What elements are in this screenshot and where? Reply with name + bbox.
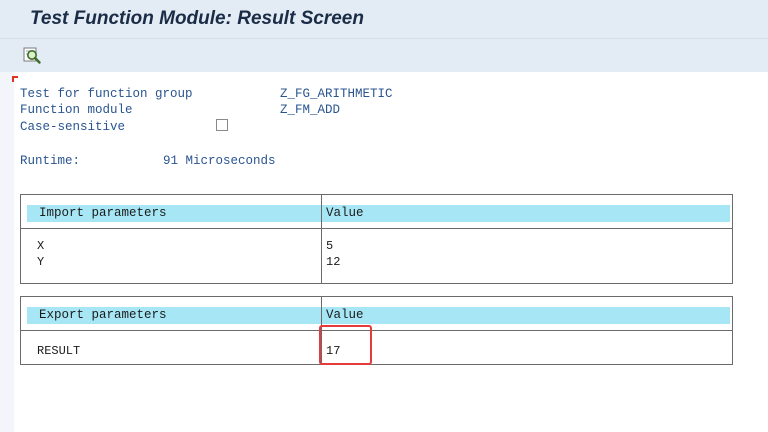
import-row-name: X (37, 239, 45, 253)
export-header-value: Value (322, 307, 730, 324)
display-button[interactable] (22, 45, 42, 65)
runtime-value: 91 Microseconds (163, 154, 276, 168)
import-parameters-table: Import parameters Value X 5 Y 12 (20, 194, 733, 284)
runtime-label: Runtime: (20, 154, 81, 168)
case-sensitive-checkbox[interactable] (216, 119, 228, 131)
import-row-value[interactable]: 12 (326, 255, 340, 269)
cursor-marker (12, 76, 18, 82)
page-title: Test Function Module: Result Screen (30, 8, 364, 29)
title-bar: Test Function Module: Result Screen (0, 0, 768, 39)
function-module-value: Z_FM_ADD (280, 103, 341, 117)
import-row-name: Y (37, 255, 45, 269)
import-row-value[interactable]: 5 (326, 239, 333, 253)
import-header-param: Import parameters (27, 205, 321, 222)
export-parameters-table: Export parameters Value RESULT 17 (20, 296, 733, 365)
case-sensitive-label: Case-sensitive (20, 120, 126, 134)
function-group-value: Z_FG_ARITHMETIC (280, 87, 393, 101)
export-row-name: RESULT (37, 344, 81, 358)
export-header-param: Export parameters (27, 307, 321, 324)
function-module-label: Function module (20, 103, 133, 117)
application-toolbar (0, 39, 768, 72)
left-strip (0, 72, 14, 432)
magnifier-display-icon (23, 47, 41, 64)
result-highlight-box (319, 325, 372, 365)
function-group-label: Test for function group (20, 87, 193, 101)
import-header-value: Value (322, 205, 730, 222)
